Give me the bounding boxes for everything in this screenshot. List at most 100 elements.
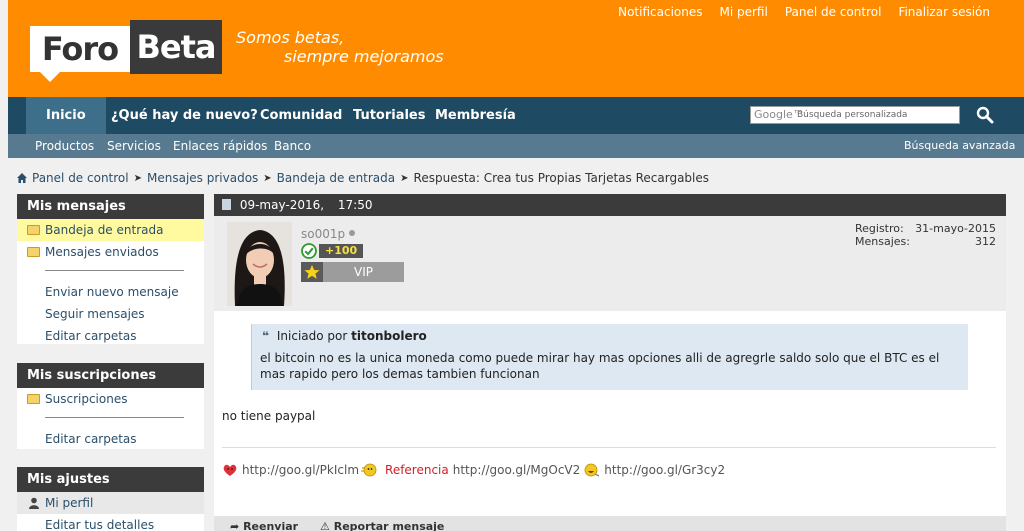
post-date: 09-may-2016, (239, 198, 325, 212)
search-input[interactable]: Google™ Búsqueda personalizada (750, 106, 960, 124)
quote-prefix: Iniciado por (276, 329, 348, 343)
sidebar-item-label: Bandeja de entrada (45, 223, 164, 237)
subnav-banco[interactable]: Banco (274, 134, 311, 158)
toplink-panel-de-control[interactable]: Panel de control (785, 5, 882, 19)
slogan: Somos betas, siempre mejoramos (236, 28, 444, 66)
username-text: so001p (301, 227, 346, 241)
crumb-separator-icon: ➤ (133, 172, 142, 184)
sidebar-link-editar-carpetas[interactable]: Editar carpetas (17, 325, 204, 347)
signature: http://goo.gl/PkIclm Referencia http://g… (222, 461, 725, 479)
private-message-post: 09-may-2016, 17:50 so001p +100 VIP Regis… (214, 194, 1006, 531)
main-nav: Inicio ¿Qué hay de nuevo? Comunidad Tuto… (8, 97, 1024, 134)
avatar[interactable] (227, 222, 292, 306)
sidebar-item-mi-perfil[interactable]: Mi perfil (17, 492, 204, 514)
crumb-separator-icon: ➤ (400, 172, 409, 184)
toplink-mi-perfil[interactable]: Mi perfil (720, 5, 768, 19)
logo-foro: Foro (30, 26, 130, 72)
sidebar-item-suscripciones[interactable]: Suscripciones (17, 388, 204, 410)
mensajes-value: 312 (975, 235, 996, 248)
avatar-portrait-image (227, 222, 292, 306)
post-time: 17:50 (337, 198, 373, 212)
sidebar-heading-mensajes: Mis mensajes (17, 194, 204, 219)
folder-icon (27, 247, 40, 257)
sidebar-heading-suscripciones: Mis suscripciones (17, 363, 204, 388)
reenviar-button[interactable]: ➦ Reenviar (230, 520, 298, 531)
signature-link-1[interactable]: http://goo.gl/PkIclm (242, 463, 359, 477)
sub-nav: Productos Servicios Enlaces rápidos Banc… (8, 134, 1024, 158)
toplink-finalizar-sesion[interactable]: Finalizar sesión (898, 5, 990, 19)
sidebar-link-seguir[interactable]: Seguir mensajes (17, 303, 204, 325)
registro-label: Registro: (855, 222, 904, 235)
laughing-smiley-icon (584, 463, 600, 477)
search-placeholder: Búsqueda personalizada (797, 110, 908, 120)
quote-icon: ❝ (262, 329, 270, 343)
rank-badge: VIP (301, 262, 404, 282)
sidebar-link-enviar[interactable]: Enviar nuevo mensaje (17, 281, 204, 303)
offline-status-icon (349, 230, 356, 236)
signature-referencia[interactable]: Referencia (385, 463, 449, 477)
sidebar-link-editar-detalles[interactable]: Editar tus detalles (17, 514, 204, 531)
sidebar-item-bandeja[interactable]: Bandeja de entrada (17, 219, 204, 241)
site-header: Foro Beta Somos betas, siempre mejoramos… (8, 0, 1024, 97)
sidebar: Mis mensajes Bandeja de entrada Mensajes… (17, 194, 204, 531)
toplink-notificaciones[interactable]: Notificaciones (618, 5, 702, 19)
post-header: 09-may-2016, 17:50 (214, 194, 1006, 216)
reportar-mensaje-button[interactable]: ⚠ Reportar mensaje (320, 520, 444, 531)
quote-author[interactable]: titonbolero (351, 329, 427, 343)
quote-block: ❝ Iniciado por titonbolero el bitcoin no… (251, 324, 968, 390)
tab-tutoriales[interactable]: Tutoriales (353, 97, 426, 134)
message-body: no tiene paypal (222, 409, 316, 423)
reputation: +100 (301, 243, 364, 259)
logo-speech-tail (40, 72, 60, 82)
sidebar-mis-mensajes: Mis mensajes Bandeja de entrada Mensajes… (17, 194, 204, 344)
home-icon[interactable] (16, 172, 28, 184)
subnav-servicios[interactable]: Servicios (107, 134, 161, 158)
crumb-mensajes-privados[interactable]: Mensajes privados (147, 171, 258, 185)
slogan-line-2: siempre mejoramos (284, 47, 444, 66)
tab-que-hay-de-nuevo[interactable]: ¿Qué hay de nuevo? (111, 97, 258, 134)
document-icon (222, 199, 231, 210)
subnav-busqueda-avanzada[interactable]: Búsqueda avanzada (904, 134, 1015, 158)
tab-comunidad[interactable]: Comunidad (260, 97, 342, 134)
quote-header: ❝ Iniciado por titonbolero (262, 329, 427, 343)
username[interactable]: so001p (301, 227, 356, 241)
star-icon (301, 262, 323, 282)
sidebar-divider (45, 417, 184, 418)
folder-icon (27, 225, 40, 235)
tab-membresia[interactable]: Membresía (435, 97, 516, 134)
sidebar-heading-ajustes: Mis ajustes (17, 467, 204, 492)
crumb-panel-de-control[interactable]: Panel de control (32, 171, 129, 185)
reenviar-label: Reenviar (243, 520, 299, 531)
checkmark-icon (301, 243, 317, 259)
sidebar-divider (45, 270, 184, 271)
subnav-enlaces-rapidos[interactable]: Enlaces rápidos (173, 134, 267, 158)
subnav-productos[interactable]: Productos (35, 134, 94, 158)
sidebar-mis-ajustes: Mis ajustes Mi perfil Editar tus detalle… (17, 467, 204, 531)
user-info: so001p +100 VIP Registro: 31-mayo-2015 Me… (214, 216, 1006, 311)
signature-link-2[interactable]: http://goo.gl/MgOcV2 (453, 463, 581, 477)
mensajes-label: Mensajes: (855, 235, 910, 248)
tab-inicio[interactable]: Inicio (26, 97, 106, 134)
heart-smiley-icon (223, 464, 237, 476)
folder-icon (27, 394, 40, 404)
reputation-points: +100 (319, 244, 364, 258)
signature-link-3[interactable]: http://goo.gl/Gr3cy2 (604, 463, 725, 477)
running-smiley-icon (361, 463, 377, 477)
crumb-bandeja-de-entrada[interactable]: Bandeja de entrada (277, 171, 395, 185)
slogan-line-1: Somos betas, (236, 28, 345, 47)
forobeta-logo[interactable]: Foro Beta (30, 20, 222, 82)
user-stats: Registro: 31-mayo-2015 Mensajes: 312 (855, 222, 996, 248)
sidebar-item-label: Mi perfil (45, 496, 94, 510)
user-icon (29, 497, 39, 509)
signature-divider (222, 447, 996, 448)
breadcrumb: Panel de control ➤ Mensajes privados ➤ B… (16, 171, 709, 185)
crumb-separator-icon: ➤ (263, 172, 272, 184)
search-icon[interactable] (976, 106, 994, 124)
top-links: Notificaciones Mi perfil Panel de contro… (618, 5, 990, 19)
sidebar-item-enviados[interactable]: Mensajes enviados (17, 241, 204, 263)
reportar-label: Reportar mensaje (333, 520, 445, 531)
registro-value: 31-mayo-2015 (915, 222, 996, 235)
sidebar-item-label: Mensajes enviados (45, 245, 159, 259)
sidebar-mis-suscripciones: Mis suscripciones Suscripciones Editar c… (17, 363, 204, 449)
sidebar-link-editar-carpetas-2[interactable]: Editar carpetas (17, 428, 204, 450)
